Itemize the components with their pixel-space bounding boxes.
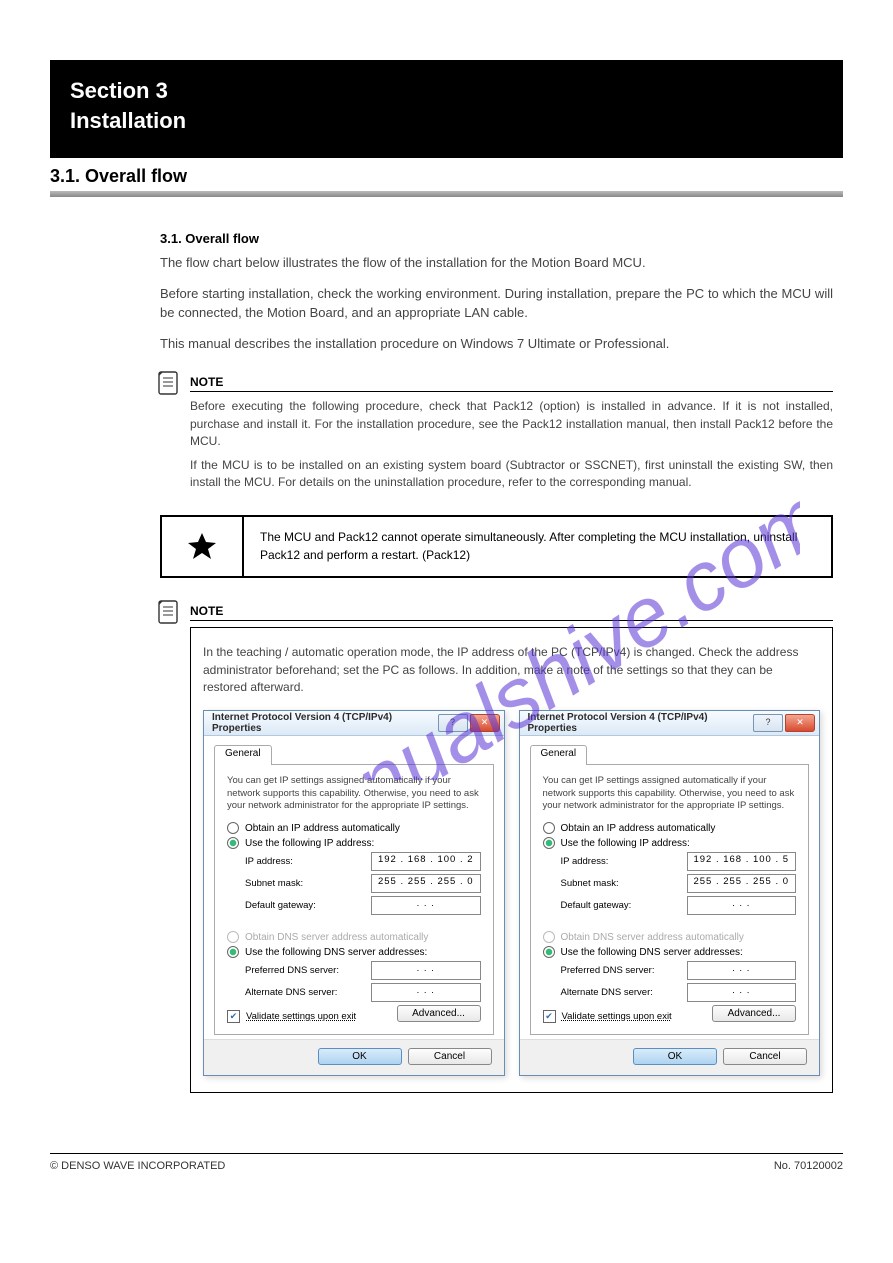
- label-pref-dns: Preferred DNS server:: [245, 965, 371, 976]
- dialog-title: Internet Protocol Version 4 (TCP/IPv4) P…: [528, 712, 752, 734]
- ok-button[interactable]: OK: [633, 1048, 717, 1065]
- example-box: In the teaching / automatic operation mo…: [190, 627, 833, 1093]
- tcpip-dialog-left: Internet Protocol Version 4 (TCP/IPv4) P…: [203, 710, 505, 1076]
- label-alt-dns: Alternate DNS server:: [245, 987, 371, 998]
- radio-use-dns[interactable]: Use the following DNS server addresses:: [227, 946, 481, 958]
- label-gateway: Default gateway:: [245, 900, 371, 911]
- label-mask: Subnet mask:: [245, 878, 371, 889]
- page-footer: © DENSO WAVE INCORPORATED No. 70120002: [50, 1153, 843, 1172]
- radio-use-dns[interactable]: Use the following DNS server addresses:: [543, 946, 797, 958]
- radio-obtain-dns: Obtain DNS server address automatically: [227, 931, 481, 943]
- help-button[interactable]: ?: [753, 714, 783, 732]
- close-button[interactable]: ✕: [785, 714, 815, 732]
- titlebar: Internet Protocol Version 4 (TCP/IPv4) P…: [520, 711, 820, 736]
- footer-right: No. 70120002: [774, 1160, 843, 1172]
- star-icon: [186, 531, 218, 563]
- mask-input[interactable]: 255 . 255 . 255 . 0: [687, 874, 797, 893]
- radio-obtain-dns: Obtain DNS server address automatically: [543, 931, 797, 943]
- note-text-2: If the MCU is to be installed on an exis…: [190, 457, 833, 492]
- section-header: Section 3 Installation: [50, 60, 843, 158]
- note-block-1: NOTE Before executing the following proc…: [160, 375, 833, 491]
- label-ip: IP address:: [561, 856, 687, 867]
- tab-general[interactable]: General: [530, 745, 588, 765]
- gateway-input[interactable]: . . .: [371, 896, 481, 915]
- label-mask: Subnet mask:: [561, 878, 687, 889]
- radio-obtain-ip[interactable]: Obtain an IP address automatically: [543, 822, 797, 834]
- label-ip: IP address:: [245, 856, 371, 867]
- dialog-info: You can get IP settings assigned automat…: [543, 775, 797, 812]
- tab-general[interactable]: General: [214, 745, 272, 765]
- pref-dns-input[interactable]: . . .: [687, 961, 797, 980]
- tcpip-dialog-right: Internet Protocol Version 4 (TCP/IPv4) P…: [519, 710, 821, 1076]
- overview-para-2: Before starting installation, check the …: [160, 285, 833, 323]
- cancel-button[interactable]: Cancel: [723, 1048, 807, 1065]
- label-pref-dns: Preferred DNS server:: [561, 965, 687, 976]
- note-icon: [154, 369, 184, 399]
- advanced-button[interactable]: Advanced...: [397, 1005, 481, 1022]
- note-label: NOTE: [190, 375, 833, 392]
- dialog-info: You can get IP settings assigned automat…: [227, 775, 481, 812]
- alt-dns-input[interactable]: . . .: [687, 983, 797, 1002]
- close-button[interactable]: ✕: [470, 714, 500, 732]
- overview-para-1: The flow chart below illustrates the flo…: [160, 254, 833, 273]
- overview-para-3: This manual describes the installation p…: [160, 335, 833, 354]
- label-alt-dns: Alternate DNS server:: [561, 987, 687, 998]
- ip-input[interactable]: 192 . 168 . 100 . 5: [687, 852, 797, 871]
- warning-icon-cell: [162, 517, 244, 576]
- cancel-button[interactable]: Cancel: [408, 1048, 492, 1065]
- radio-use-ip[interactable]: Use the following IP address:: [543, 837, 797, 849]
- section-subtitle: 3.1. Overall flow: [50, 166, 843, 187]
- gateway-input[interactable]: . . .: [687, 896, 797, 915]
- mask-input[interactable]: 255 . 255 . 255 . 0: [371, 874, 481, 893]
- ok-button[interactable]: OK: [318, 1048, 402, 1065]
- ip-input[interactable]: 192 . 168 . 100 . 2: [371, 852, 481, 871]
- divider: [50, 191, 843, 197]
- radio-use-ip[interactable]: Use the following IP address:: [227, 837, 481, 849]
- titlebar: Internet Protocol Version 4 (TCP/IPv4) P…: [204, 711, 504, 736]
- label-gateway: Default gateway:: [561, 900, 687, 911]
- footer-left: © DENSO WAVE INCORPORATED: [50, 1160, 225, 1172]
- note-icon: [154, 598, 184, 628]
- note-block-2: NOTE In the teaching / automatic operati…: [160, 604, 833, 1093]
- dialogs-row: Internet Protocol Version 4 (TCP/IPv4) P…: [203, 710, 820, 1076]
- overview-heading: 3.1. Overall flow: [160, 231, 833, 246]
- warning-text: The MCU and Pack12 cannot operate simult…: [244, 517, 831, 576]
- warning-box: The MCU and Pack12 cannot operate simult…: [160, 515, 833, 578]
- pref-dns-input[interactable]: . . .: [371, 961, 481, 980]
- advanced-button[interactable]: Advanced...: [712, 1005, 796, 1022]
- section-number: Section 3: [70, 78, 823, 104]
- help-button[interactable]: ?: [438, 714, 468, 732]
- dialog-title: Internet Protocol Version 4 (TCP/IPv4) P…: [212, 712, 436, 734]
- note-text-1: Before executing the following procedure…: [190, 398, 833, 450]
- alt-dns-input[interactable]: . . .: [371, 983, 481, 1002]
- example-paragraph: In the teaching / automatic operation mo…: [203, 644, 820, 696]
- note-label: NOTE: [190, 604, 833, 621]
- radio-obtain-ip[interactable]: Obtain an IP address automatically: [227, 822, 481, 834]
- section-title: Installation: [70, 108, 823, 134]
